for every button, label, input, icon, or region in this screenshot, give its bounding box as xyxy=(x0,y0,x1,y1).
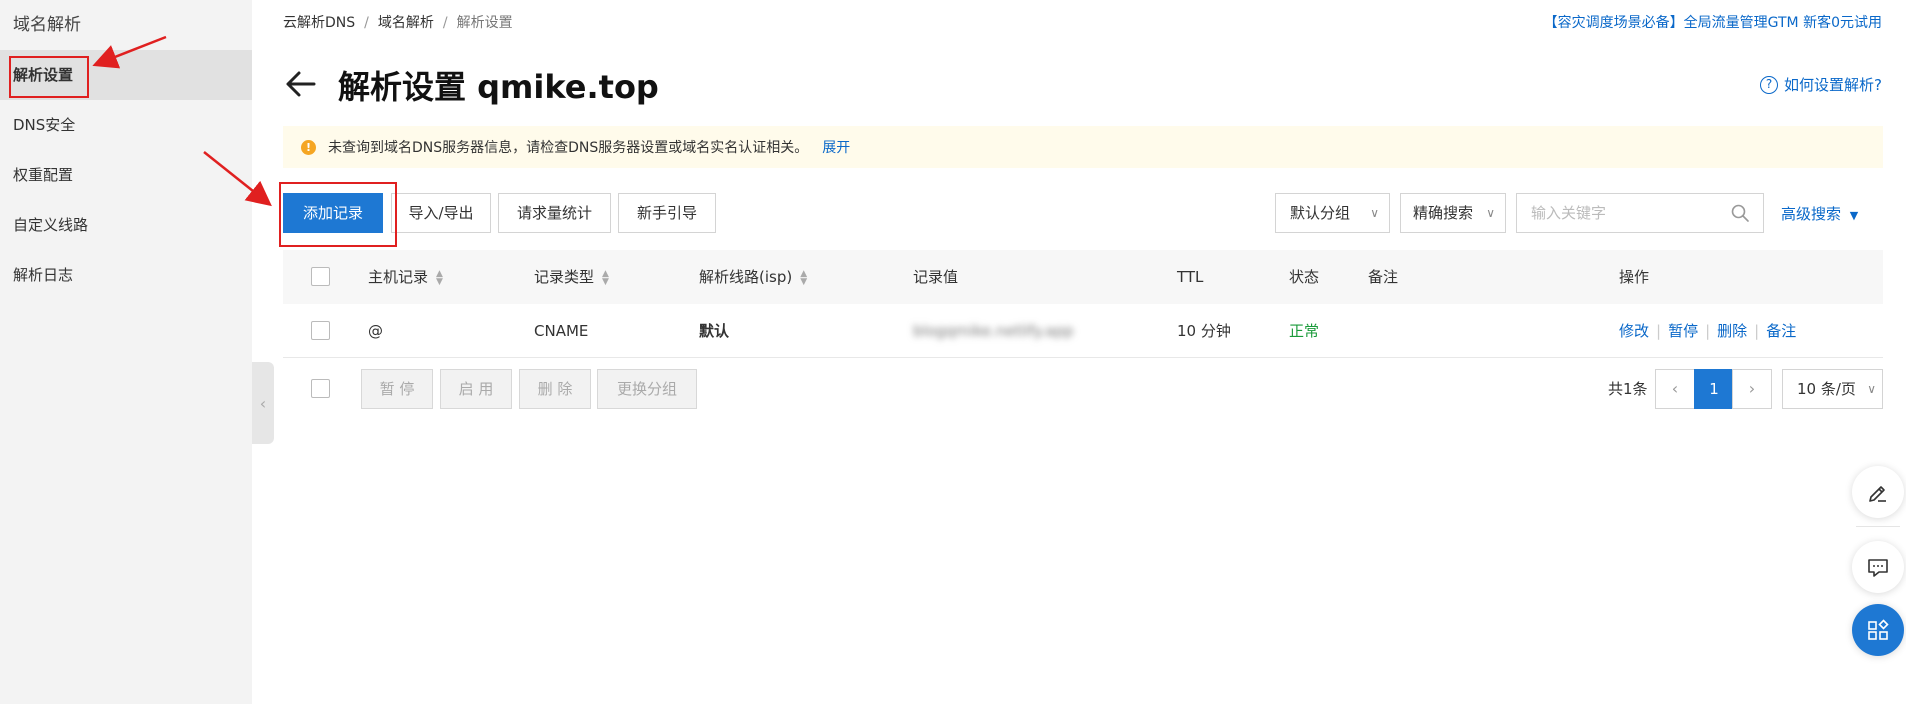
sidebar: 域名解析 解析设置 DNS安全 权重配置 自定义线路 解析日志 xyxy=(0,0,252,704)
next-page-button[interactable]: › xyxy=(1732,369,1772,409)
sidebar-item-weight-config[interactable]: 权重配置 xyxy=(0,150,252,200)
select-all-checkbox[interactable] xyxy=(311,267,330,286)
page-size-value: 10 条/页 xyxy=(1797,380,1856,398)
delete-record-link[interactable]: 删除 xyxy=(1717,322,1747,340)
search-icon[interactable] xyxy=(1730,203,1750,223)
sidebar-title: 域名解析 xyxy=(13,15,81,35)
total-count: 共1条 xyxy=(1608,380,1648,398)
cell-host: @ xyxy=(368,322,383,340)
search-mode-select[interactable]: 精确搜索 ∨ xyxy=(1400,193,1506,233)
chevron-down-icon: ∨ xyxy=(1867,382,1876,396)
batch-select-checkbox[interactable] xyxy=(311,379,330,398)
column-header-line-label: 解析线路(isp) xyxy=(699,268,793,286)
edit-record-link[interactable]: 修改 xyxy=(1619,322,1649,340)
chevron-down-icon: ∨ xyxy=(1486,206,1495,220)
row-checkbox[interactable] xyxy=(311,321,330,340)
table-header: 主机记录 ▲ ▼ 记录类型 ▲ ▼ 解析线路(isp) ▲ ▼ 记录值 TTL 状态 备注 … xyxy=(283,250,1883,304)
sidebar-item-dns-logs[interactable]: 解析日志 xyxy=(0,250,252,300)
search-mode-value: 精确搜索 xyxy=(1413,204,1474,222)
breadcrumb-item-current: 解析设置 xyxy=(456,15,513,31)
sidebar-item-dns-security[interactable]: DNS安全 xyxy=(0,100,252,150)
batch-enable-button[interactable]: 启 用 xyxy=(440,369,512,409)
chevron-down-icon: ∨ xyxy=(1370,206,1379,220)
sort-icon: ▲ ▼ xyxy=(800,268,808,287)
sidebar-collapse-toggle[interactable]: ‹ xyxy=(252,362,274,444)
batch-pause-button[interactable]: 暂 停 xyxy=(361,369,433,409)
cell-value: blogqmike.netlify.app xyxy=(913,322,1074,340)
advanced-search-toggle[interactable]: 高级搜索 ▼ xyxy=(1781,203,1858,224)
warning-icon: ! xyxy=(301,139,316,155)
chat-button[interactable] xyxy=(1852,541,1904,593)
cell-line: 默认 xyxy=(699,322,730,340)
group-select-value: 默认分组 xyxy=(1290,204,1351,222)
page-number-button[interactable]: 1 xyxy=(1694,369,1734,409)
caret-down-icon: ▼ xyxy=(1849,209,1859,222)
cell-status: 正常 xyxy=(1289,322,1320,340)
sort-icon: ▲ ▼ xyxy=(602,268,609,287)
sidebar-item-custom-lines[interactable]: 自定义线路 xyxy=(0,200,252,250)
notice-banner: ! 未查询到域名DNS服务器信息，请检查DNS服务器设置或域名实名认证相关。 展… xyxy=(283,126,1883,168)
help-link[interactable]: ? 如何设置解析? xyxy=(1760,74,1882,95)
feedback-edit-button[interactable] xyxy=(1852,466,1904,518)
group-select[interactable]: 默认分组 ∨ xyxy=(1275,193,1390,233)
column-header-host-label: 主机记录 xyxy=(368,268,429,286)
breadcrumb-item-domain[interactable]: 域名解析 xyxy=(378,15,434,31)
back-arrow-icon[interactable] xyxy=(283,66,319,102)
import-export-button[interactable]: 导入/导出 xyxy=(391,193,491,233)
beginner-guide-button[interactable]: 新手引导 xyxy=(618,193,716,233)
breadcrumb-item-dns[interactable]: 云解析DNS xyxy=(283,15,355,31)
column-header-status: 状态 xyxy=(1289,268,1320,286)
cell-ttl: 10 分钟 xyxy=(1177,322,1231,340)
annotation-box-sidebar xyxy=(9,56,89,98)
page-size-select[interactable]: 10 条/页 ∨ xyxy=(1782,369,1883,409)
batch-delete-button[interactable]: 删 除 xyxy=(519,369,591,409)
remark-record-link[interactable]: 备注 xyxy=(1766,322,1796,340)
chat-icon xyxy=(1868,559,1888,577)
prev-page-button[interactable]: ‹ xyxy=(1655,369,1695,409)
column-header-type-label: 记录类型 xyxy=(534,268,595,286)
column-header-type[interactable]: 记录类型 ▲ ▼ xyxy=(534,250,609,304)
help-link-label: 如何设置解析? xyxy=(1784,76,1882,94)
column-header-ttl: TTL xyxy=(1177,268,1204,286)
column-header-actions: 操作 xyxy=(1619,268,1650,286)
apps-button[interactable] xyxy=(1852,604,1904,656)
column-header-line[interactable]: 解析线路(isp) ▲ ▼ xyxy=(699,250,807,304)
chevron-left-icon: ‹ xyxy=(1671,379,1679,398)
promo-link[interactable]: 【容灾调度场景必备】全局流量管理GTM 新客0元试用 xyxy=(1544,12,1882,32)
apps-icon xyxy=(1868,619,1889,640)
column-header-remark: 备注 xyxy=(1368,268,1399,286)
batch-change-group-button[interactable]: 更换分组 xyxy=(597,369,697,409)
sort-icon: ▲ ▼ xyxy=(436,268,443,287)
cell-type: CNAME xyxy=(534,322,589,340)
help-icon: ? xyxy=(1760,75,1779,94)
advanced-search-label: 高级搜索 xyxy=(1781,205,1842,223)
column-header-value: 记录值 xyxy=(913,268,959,286)
table-row: @ CNAME 默认 blogqmike.netlify.app 10 分钟 正… xyxy=(283,304,1883,358)
page-title: 解析设置 qmike.top xyxy=(338,68,659,106)
cell-actions: 修改 | 暂停 | 删除 | 备注 xyxy=(1619,322,1797,340)
notice-expand-link[interactable]: 展开 xyxy=(822,137,850,157)
pause-record-link[interactable]: 暂停 xyxy=(1668,322,1698,340)
notice-text: 未查询到域名DNS服务器信息，请检查DNS服务器设置或域名实名认证相关。 xyxy=(328,140,809,156)
request-stats-button[interactable]: 请求量统计 xyxy=(498,193,611,233)
annotation-box-add-record xyxy=(279,182,397,247)
breadcrumb: 云解析DNS / 域名解析 / 解析设置 xyxy=(283,15,513,31)
chevron-right-icon: › xyxy=(1748,379,1756,398)
search-input[interactable] xyxy=(1516,193,1764,233)
column-header-host[interactable]: 主机记录 ▲ ▼ xyxy=(368,250,443,304)
float-divider xyxy=(1856,526,1900,527)
collapse-icon: ‹ xyxy=(259,393,267,413)
edit-icon xyxy=(1869,486,1886,502)
